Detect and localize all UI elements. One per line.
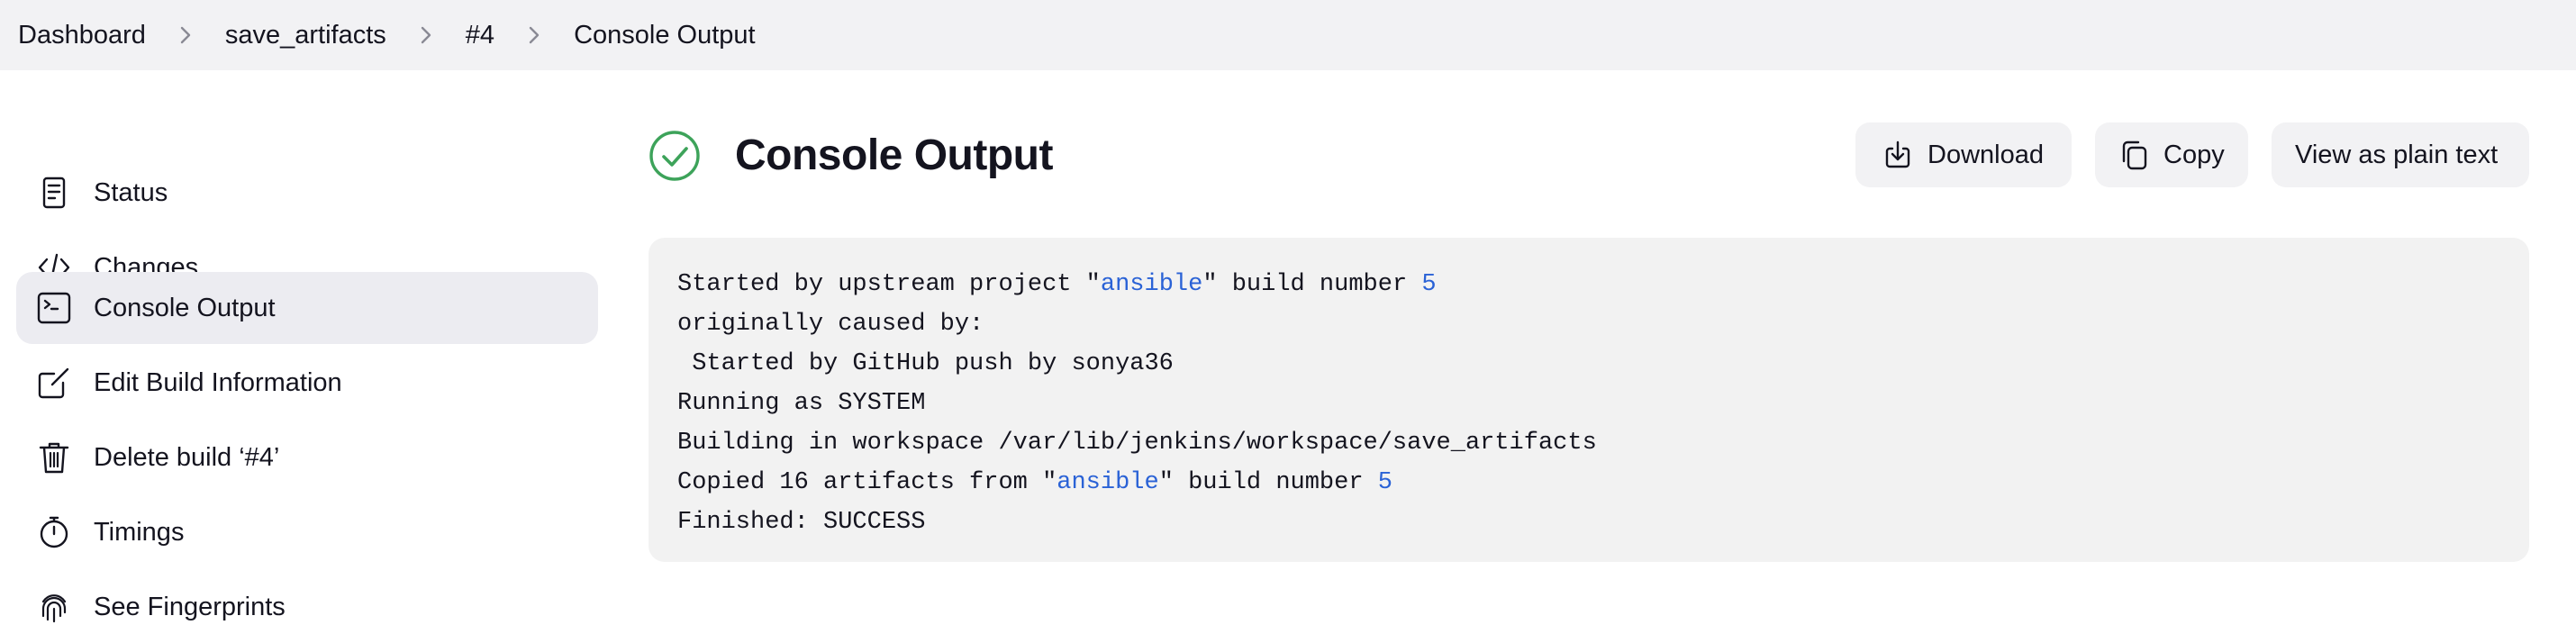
console-line: Finished: SUCCESS <box>677 509 926 536</box>
stopwatch-icon <box>36 514 72 550</box>
download-icon <box>1885 140 1910 168</box>
artifacts-build-number-link[interactable]: 5 <box>1378 469 1392 496</box>
console-line: Copied 16 artifacts from "ansible" build… <box>677 463 2500 503</box>
breadcrumb-build-4[interactable]: #4 <box>466 21 494 50</box>
console-text: " build number <box>1202 271 1422 298</box>
chevron-right-icon <box>386 17 466 53</box>
success-check-icon <box>649 130 701 182</box>
chevron-right-icon <box>494 17 574 53</box>
artifacts-project-link[interactable]: ansible <box>1057 469 1158 496</box>
console-output-panel: Started by upstream project "ansible" bu… <box>649 238 2529 562</box>
console-line: Started by GitHub push by sonya36 <box>677 350 1174 377</box>
copy-label: Copy <box>2163 140 2225 169</box>
edit-icon <box>36 365 72 401</box>
sidebar-item-label: Status <box>94 178 168 207</box>
upstream-build-number-link[interactable]: 5 <box>1421 271 1436 298</box>
sidebar-item-label: Edit Build Information <box>94 368 342 397</box>
console-text: " build number <box>1158 469 1378 496</box>
sidebar-item-label: Console Output <box>94 294 276 322</box>
sidebar-item-edit-build-information[interactable]: Edit Build Information <box>16 347 598 419</box>
view-plain-text-label: View as plain text <box>2295 140 2499 169</box>
sidebar-item-delete-build[interactable]: Delete build ‘#4’ <box>16 421 598 494</box>
fingerprint-icon <box>36 589 72 625</box>
status-doc-icon <box>36 175 72 211</box>
console-text: Copied 16 artifacts from " <box>677 469 1057 496</box>
sidebar-item-label: See Fingerprints <box>94 593 286 621</box>
breadcrumb-console-output[interactable]: Console Output <box>574 21 756 50</box>
upstream-project-link[interactable]: ansible <box>1101 271 1202 298</box>
sidebar-item-label: Timings <box>94 518 185 547</box>
download-button[interactable]: Download <box>1855 122 2072 187</box>
sidebar-item-console-output[interactable]: Console Output <box>16 272 598 344</box>
sidebar-item-status[interactable]: Status <box>16 157 598 229</box>
console-line: Running as SYSTEM <box>677 390 926 417</box>
copy-button[interactable]: Copy <box>2095 122 2248 187</box>
download-label: Download <box>1927 140 2044 169</box>
console-text: Started by upstream project " <box>677 271 1101 298</box>
copy-icon <box>2122 140 2147 170</box>
breadcrumb: Dashboard save_artifacts #4 Console Outp… <box>0 0 2576 70</box>
trash-icon <box>36 439 72 475</box>
breadcrumb-dashboard[interactable]: Dashboard <box>18 21 146 50</box>
sidebar-item-label: Delete build ‘#4’ <box>94 443 280 472</box>
sidebar-item-timings[interactable]: Timings <box>16 496 598 568</box>
sidebar-item-see-fingerprints[interactable]: See Fingerprints <box>16 571 598 643</box>
console-line: Building in workspace /var/lib/jenkins/w… <box>677 430 1597 457</box>
terminal-icon <box>36 290 72 326</box>
console-line: Started by upstream project "ansible" bu… <box>677 265 2500 304</box>
console-line: originally caused by: <box>677 311 984 338</box>
chevron-right-icon <box>146 17 225 53</box>
breadcrumb-save-artifacts[interactable]: save_artifacts <box>225 21 386 50</box>
page-title: Console Output <box>735 131 1053 179</box>
view-plain-text-button[interactable]: View as plain text <box>2272 122 2529 187</box>
